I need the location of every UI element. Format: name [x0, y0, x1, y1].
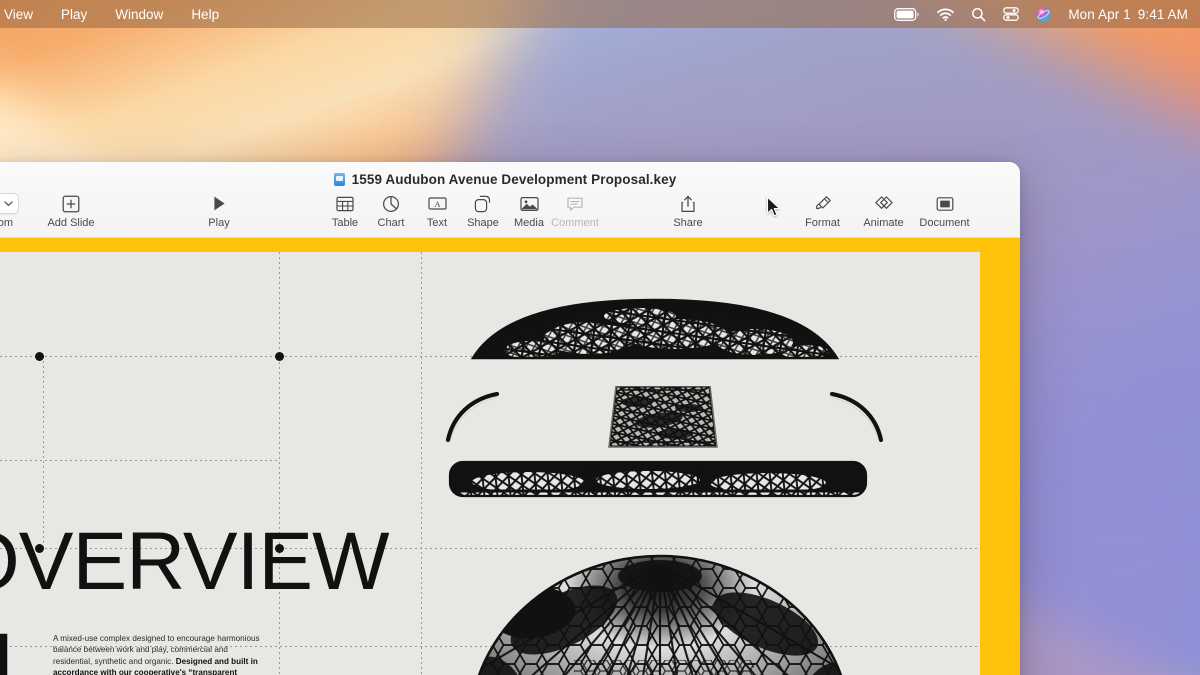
- section-number-1[interactable]: 1: [0, 620, 27, 675]
- toolbar: Zoom Add Slide Play: [0, 190, 1020, 238]
- insert-table-label: Table: [331, 217, 359, 229]
- siri-icon[interactable]: [1036, 7, 1051, 22]
- paragraph-block-1[interactable]: A mixed-use complex designed to encourag…: [53, 633, 261, 675]
- battery-icon[interactable]: [894, 7, 920, 21]
- dome-elevation-wireframe[interactable]: [470, 298, 840, 360]
- pie-chart-icon: [382, 195, 400, 212]
- document-panel-icon: [936, 196, 953, 211]
- document-title-text: 1559 Audubon Avenue Development Proposal…: [351, 172, 677, 187]
- slide-headline[interactable]: OVERVIEW: [0, 520, 389, 602]
- window-title-bar[interactable]: 1559 Audubon Avenue Development Proposal…: [0, 162, 1020, 238]
- zoom-popup-button[interactable]: [0, 193, 19, 214]
- alignment-guide-horizontal: [0, 460, 280, 461]
- menu-window[interactable]: Window: [101, 5, 177, 24]
- chevron-down-icon: [4, 200, 13, 206]
- left-arc-rib-wireframe[interactable]: [445, 392, 503, 442]
- menu-bar-clock[interactable]: Mon Apr 1 9:41 AM: [1068, 7, 1188, 22]
- selection-handle[interactable]: [35, 352, 44, 361]
- svg-text:A: A: [434, 199, 441, 209]
- inspector-tool-group: Format Animate Document: [792, 190, 975, 229]
- animate-button[interactable]: Animate: [853, 190, 914, 229]
- aerial-dome-wireframe[interactable]: [454, 550, 866, 675]
- play-button[interactable]: Play: [194, 190, 244, 229]
- photo-icon: [519, 196, 539, 211]
- insert-text-button[interactable]: A Text: [414, 190, 460, 229]
- add-slide-button[interactable]: Add Slide: [36, 190, 106, 229]
- insert-shape-label: Shape: [467, 217, 499, 229]
- slide-canvas[interactable]: OVERVIEW 1 2 A mixed-use complex designe…: [0, 252, 980, 675]
- keynote-window: 1559 Audubon Avenue Development Proposal…: [0, 162, 1020, 675]
- menu-bar: View Play Window Help Mon Apr 1 9:41 AM: [0, 0, 1200, 28]
- insert-shape-button[interactable]: Shape: [460, 190, 506, 229]
- menu-view[interactable]: View: [0, 5, 47, 24]
- selection-handle[interactable]: [275, 352, 284, 361]
- diamonds-icon: [874, 196, 893, 210]
- menu-help[interactable]: Help: [177, 5, 233, 24]
- shapes-icon: [474, 195, 491, 212]
- document-title[interactable]: 1559 Audubon Avenue Development Proposal…: [0, 172, 1020, 187]
- document-button[interactable]: Document: [914, 190, 975, 229]
- paintbrush-icon: [815, 195, 831, 209]
- insert-tool-group: Table Chart A Text Shape Media Comment: [322, 190, 599, 229]
- right-arc-rib-wireframe[interactable]: [826, 392, 884, 442]
- insert-media-button[interactable]: Media: [506, 190, 552, 229]
- search-icon[interactable]: [971, 7, 986, 22]
- wifi-icon[interactable]: [937, 8, 955, 21]
- format-button[interactable]: Format: [792, 190, 853, 229]
- menu-bar-left: View Play Window Help: [0, 5, 233, 24]
- insert-text-label: Text: [426, 217, 448, 229]
- table-icon: [336, 196, 354, 211]
- zoom-control[interactable]: Zoom: [0, 190, 22, 229]
- control-center-icon[interactable]: [1003, 7, 1020, 21]
- format-label: Format: [805, 217, 840, 229]
- base-slab-wireframe[interactable]: [448, 460, 868, 498]
- insert-media-label: Media: [514, 217, 544, 229]
- center-block-wireframe[interactable]: [607, 386, 719, 448]
- document-label: Document: [919, 217, 970, 229]
- insert-comment-button[interactable]: Comment: [551, 190, 599, 229]
- slide-canvas-border: OVERVIEW 1 2 A mixed-use complex designe…: [0, 238, 1020, 675]
- menu-play[interactable]: Play: [47, 5, 101, 24]
- clock-date: Mon Apr 1: [1068, 6, 1131, 22]
- insert-comment-label: Comment: [551, 217, 599, 229]
- text-box-icon: A: [427, 197, 447, 210]
- plus-square-icon: [62, 195, 80, 212]
- selection-handle[interactable]: [35, 544, 44, 553]
- insert-chart-label: Chart: [377, 217, 405, 229]
- share-label: Share: [673, 217, 703, 229]
- share-button[interactable]: Share: [664, 190, 712, 229]
- animate-label: Animate: [863, 217, 904, 229]
- add-slide-label: Add Slide: [47, 217, 95, 229]
- zoom-label: Zoom: [0, 217, 14, 229]
- keynote-document-icon: [333, 173, 345, 186]
- alignment-guide-vertical: [279, 252, 280, 675]
- clock-time: 9:41 AM: [1137, 6, 1188, 22]
- share-arrow-up-icon: [681, 195, 695, 212]
- insert-table-button[interactable]: Table: [322, 190, 368, 229]
- selection-handle[interactable]: [275, 544, 284, 553]
- alignment-guide-vertical: [421, 252, 422, 675]
- play-triangle-icon: [214, 196, 225, 211]
- mouse-pointer: [766, 196, 781, 217]
- menu-bar-status-area: Mon Apr 1 9:41 AM: [894, 7, 1200, 22]
- play-label: Play: [208, 217, 230, 229]
- insert-chart-button[interactable]: Chart: [368, 190, 414, 229]
- comment-bubble-icon: [567, 197, 583, 211]
